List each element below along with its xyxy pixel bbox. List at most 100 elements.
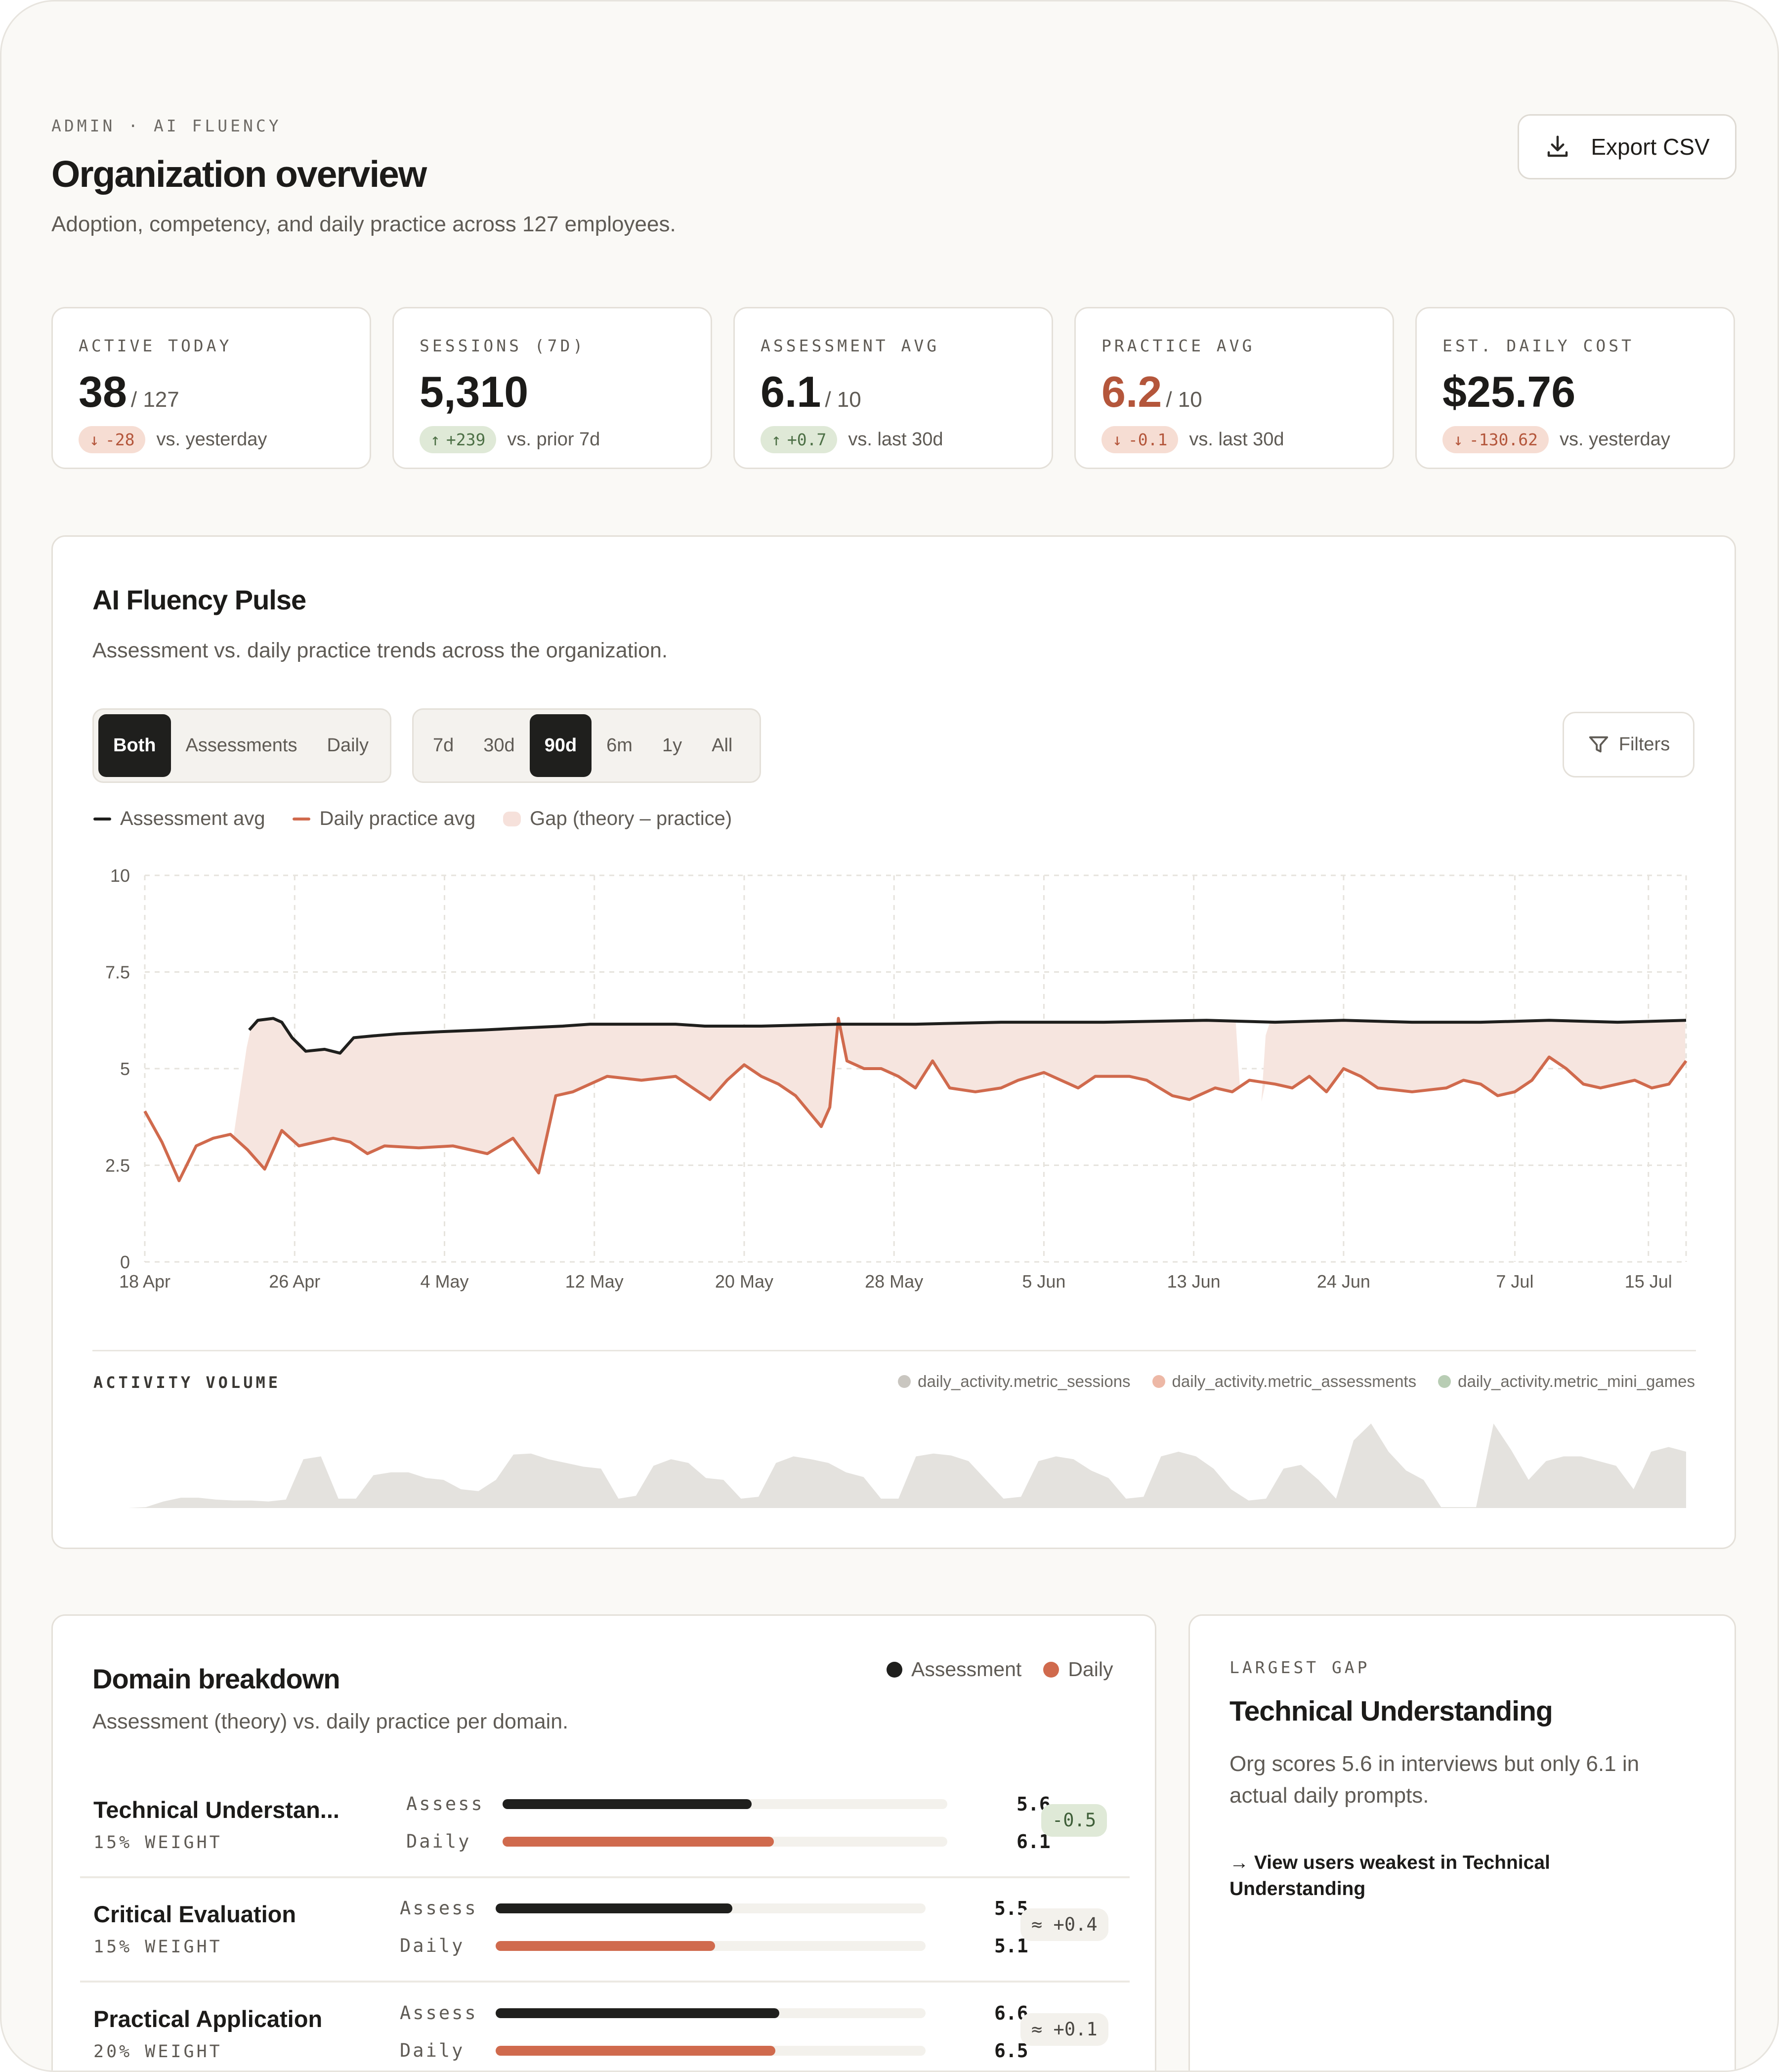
domain-weight: 15% WEIGHT bbox=[93, 1833, 222, 1853]
kpi-label: SESSIONS (7D) bbox=[420, 336, 586, 355]
x-tick-label: 15 Jul bbox=[1625, 1271, 1672, 1292]
kpi-delta-row: ↓ -0.1 vs. last 30d bbox=[1101, 426, 1284, 453]
page-title: Organization overview bbox=[51, 153, 427, 195]
kpi-delta-row: ↑ +0.7 vs. last 30d bbox=[761, 426, 943, 453]
view-weakest-users-link[interactable]: → View users weakest in Technical Unders… bbox=[1229, 1850, 1674, 1902]
assess-bar bbox=[496, 1903, 732, 1913]
domain-weight: 15% WEIGHT bbox=[93, 1937, 222, 1957]
daily-bar bbox=[503, 1837, 774, 1847]
domain-legend: Assessment Daily bbox=[887, 1658, 1113, 1681]
assess-track bbox=[503, 1799, 947, 1809]
kpi-card: SESSIONS (7D) 5,310 ↑ +239 vs. prior 7d bbox=[392, 307, 712, 469]
kpi-delta-badge: ↓ -28 bbox=[79, 426, 146, 453]
y-tick-label: 5 bbox=[120, 1059, 130, 1079]
kpi-delta-badge: ↓ -130.62 bbox=[1442, 426, 1549, 453]
assessments-dot bbox=[1152, 1375, 1165, 1388]
export-csv-button[interactable]: Export CSV bbox=[1518, 114, 1737, 179]
kpi-card: EST. DAILY COST $25.76 ↓ -130.62 vs. yesterd… bbox=[1415, 307, 1735, 469]
sessions-dot bbox=[898, 1375, 911, 1388]
kpi-label: EST. DAILY COST bbox=[1442, 336, 1635, 355]
kpi-compare: vs. last 30d bbox=[848, 429, 943, 450]
chart-divider bbox=[92, 1350, 1696, 1351]
x-tick-label: 20 May bbox=[715, 1271, 773, 1292]
largest-gap-card: LARGEST GAP Technical Understanding Org … bbox=[1188, 1614, 1736, 2071]
kpi-label: ACTIVE TODAY bbox=[79, 336, 232, 355]
activity-legend: daily_activity.metric_sessions daily_act… bbox=[898, 1372, 1695, 1391]
assess-bar bbox=[496, 2008, 779, 2018]
domain-weight: 20% WEIGHT bbox=[93, 2042, 222, 2062]
daily-track bbox=[503, 1837, 947, 1847]
kpi-delta-badge: ↓ -0.1 bbox=[1101, 426, 1179, 453]
largest-gap-title: Technical Understanding bbox=[1229, 1695, 1553, 1727]
x-tick-label: 7 Jul bbox=[1496, 1271, 1533, 1292]
domain-subtitle: Assessment (theory) vs. daily practice p… bbox=[92, 1710, 569, 1733]
kpi-denominator: / 127 bbox=[130, 388, 179, 412]
kpi-value-row: 5,310 bbox=[420, 367, 532, 417]
activity-legend-sessions-label: daily_activity.metric_sessions bbox=[918, 1372, 1131, 1390]
kpi-denominator: / 10 bbox=[825, 388, 861, 412]
kpi-value-row: $25.76 bbox=[1442, 367, 1579, 417]
kpi-value-row: 38/ 127 bbox=[79, 367, 179, 417]
kpi-card: ACTIVE TODAY 38/ 127 ↓ -28 vs. yesterday bbox=[51, 307, 371, 469]
activity-legend-assessments-label: daily_activity.metric_assessments bbox=[1172, 1372, 1417, 1390]
kpi-delta-value: +0.7 bbox=[787, 430, 827, 449]
activity-legend-assessments: daily_activity.metric_assessments bbox=[1152, 1372, 1417, 1391]
page: ADMIN · AI FLUENCY Organization overview… bbox=[0, 0, 1779, 2072]
kpi-delta-value: -0.1 bbox=[1128, 430, 1168, 449]
kpi-compare: vs. prior 7d bbox=[507, 429, 600, 450]
mini-games-dot bbox=[1438, 1375, 1451, 1388]
arrow-up-icon: ↑ bbox=[771, 430, 781, 449]
x-tick-label: 28 May bbox=[865, 1271, 923, 1292]
activity-legend-mini-games-label: daily_activity.metric_mini_games bbox=[1458, 1372, 1695, 1390]
assess-label: Assess bbox=[400, 1898, 478, 1919]
x-tick-label: 12 May bbox=[565, 1271, 624, 1292]
daily-score: 6.5 bbox=[994, 2040, 1028, 2062]
daily-label: Daily bbox=[406, 1831, 471, 1852]
kpi-delta-badge: ↑ +0.7 bbox=[761, 426, 838, 453]
domain-row[interactable]: Technical Understan... 15% WEIGHT Assess Da… bbox=[80, 1781, 1130, 1878]
page-eyebrow: ADMIN · AI FLUENCY bbox=[51, 116, 282, 135]
largest-gap-eyebrow: LARGEST GAP bbox=[1229, 1658, 1370, 1677]
activity-volume-area bbox=[93, 1424, 1686, 1508]
domain-name: Practical Application bbox=[93, 2006, 323, 2032]
page-subtitle: Adoption, competency, and daily practice… bbox=[51, 212, 676, 236]
domain-breakdown-card: Domain breakdown Assessment (theory) vs.… bbox=[51, 1614, 1156, 2071]
assessment-dot bbox=[887, 1661, 902, 1678]
x-tick-label: 18 Apr bbox=[119, 1271, 170, 1292]
x-tick-label: 5 Jun bbox=[1022, 1271, 1065, 1292]
kpi-card: ASSESSMENT AVG 6.1/ 10 ↑ +0.7 vs. last 30d bbox=[733, 307, 1053, 469]
kpi-value: 5,310 bbox=[420, 367, 529, 416]
y-tick-label: 0 bbox=[120, 1252, 130, 1272]
kpi-delta-value: +239 bbox=[446, 430, 486, 449]
daily-bar bbox=[496, 2046, 775, 2056]
kpi-value: 6.2 bbox=[1101, 367, 1162, 416]
domain-row[interactable]: Practical Application 20% WEIGHT Assess Dai… bbox=[80, 1990, 1130, 2071]
pulse-card: AI Fluency Pulse Assessment vs. daily pr… bbox=[51, 535, 1736, 1549]
y-tick-label: 10 bbox=[110, 865, 130, 886]
daily-bar bbox=[496, 1941, 715, 1951]
export-csv-label: Export CSV bbox=[1591, 134, 1710, 160]
gap-delta-badge: ≈ +0.4 bbox=[1020, 1908, 1108, 1941]
daily-label: Daily bbox=[400, 1935, 465, 1956]
daily-score: 5.1 bbox=[994, 1935, 1028, 1957]
y-tick-label: 2.5 bbox=[105, 1156, 130, 1176]
daily-track bbox=[496, 1941, 926, 1951]
domain-row[interactable]: Critical Evaluation 15% WEIGHT Assess Daily… bbox=[80, 1886, 1130, 1983]
arrow-up-icon: ↑ bbox=[430, 430, 440, 449]
x-tick-label: 13 Jun bbox=[1167, 1271, 1221, 1292]
daily-track bbox=[496, 2046, 926, 2056]
kpi-delta-row: ↓ -130.62 vs. yesterday bbox=[1442, 426, 1670, 453]
arrow-down-icon: ↓ bbox=[89, 430, 99, 449]
kpi-value-row: 6.1/ 10 bbox=[761, 367, 861, 417]
x-tick-label: 4 May bbox=[420, 1271, 468, 1292]
gap-delta-badge: -0.5 bbox=[1041, 1804, 1107, 1837]
kpi-delta-row: ↑ +239 vs. prior 7d bbox=[420, 426, 600, 453]
kpi-value: $25.76 bbox=[1442, 367, 1576, 416]
daily-label: Daily bbox=[400, 2040, 465, 2061]
kpi-value: 38 bbox=[79, 367, 127, 416]
y-tick-label: 7.5 bbox=[105, 962, 130, 983]
gap-area bbox=[234, 1018, 1686, 1235]
assess-label: Assess bbox=[406, 1793, 484, 1814]
activity-legend-mini-games: daily_activity.metric_mini_games bbox=[1438, 1372, 1695, 1391]
kpi-compare: vs. yesterday bbox=[156, 429, 267, 450]
